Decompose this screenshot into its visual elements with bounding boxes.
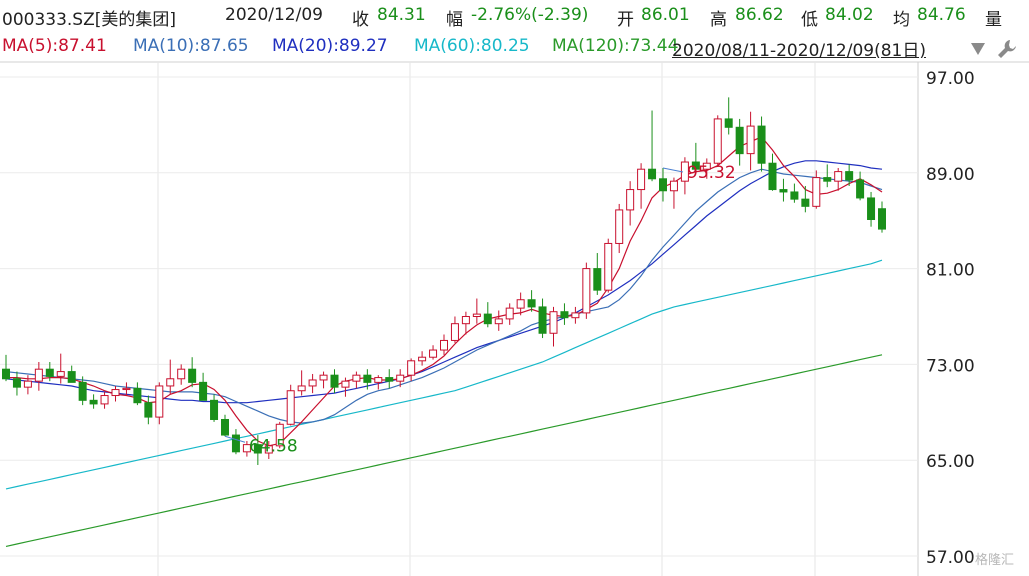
candle-body — [45, 368, 54, 377]
y-tick-label: 81.00 — [926, 261, 975, 281]
y-tick-label: 89.00 — [926, 165, 975, 185]
candle-body — [637, 168, 646, 191]
candle-body — [856, 179, 865, 199]
candle-body — [757, 125, 766, 164]
candle-body — [648, 168, 657, 180]
candle-body — [188, 368, 197, 383]
candle-body — [12, 378, 21, 388]
candle-body — [221, 418, 229, 436]
candle-body — [231, 434, 240, 453]
candle-body — [615, 209, 624, 244]
candle-body — [385, 377, 394, 382]
candle-body — [341, 380, 350, 388]
candle-body — [812, 177, 821, 207]
candle-body — [374, 377, 383, 383]
candle-body — [746, 125, 755, 155]
candle-body — [67, 371, 76, 383]
candle-body — [297, 385, 306, 392]
candle-body — [450, 323, 459, 341]
candlestick-chart: 97.00 89.00 81.00 73.00 65.00 57.00 95.32 64.58… — [0, 61, 1029, 576]
y-tick-label: 97.00 — [926, 69, 975, 89]
candle-body — [133, 387, 142, 404]
candle-body — [713, 118, 722, 164]
candle-body — [593, 268, 602, 291]
high-price-annotation: 95.32 — [687, 163, 736, 183]
y-tick-label: 65.00 — [926, 452, 975, 472]
candle-body — [56, 371, 65, 377]
candle-body — [177, 368, 186, 380]
candle-body — [626, 189, 635, 211]
candle-body — [779, 189, 788, 193]
low-price-annotation: 64.58 — [249, 436, 298, 456]
candle-body — [89, 399, 98, 405]
candle-body — [768, 162, 777, 191]
candle-body — [166, 378, 175, 387]
candle-body — [571, 312, 580, 319]
candle-body — [111, 389, 120, 397]
candle-body — [669, 180, 678, 192]
candle-body — [440, 339, 448, 351]
candle-body — [834, 171, 843, 182]
candle-body — [396, 374, 405, 382]
candle-body — [505, 307, 514, 320]
candle-body — [560, 311, 569, 319]
candle-body — [34, 368, 43, 382]
candle-body — [472, 313, 481, 318]
candle-body — [429, 349, 438, 358]
candle-body — [352, 374, 361, 382]
candle-body — [582, 268, 591, 314]
candle-body — [494, 318, 503, 325]
candle-body — [527, 299, 536, 308]
candle-body — [461, 316, 470, 325]
candle-body — [144, 402, 153, 418]
candle-body — [538, 306, 547, 334]
candle-body — [2, 368, 10, 380]
y-tick-label: 73.00 — [926, 356, 975, 376]
candle-body — [199, 381, 208, 401]
candle-body — [363, 374, 372, 383]
candle-body — [823, 177, 832, 182]
candle-body — [308, 379, 317, 387]
candle-body — [549, 311, 558, 334]
candle-body — [286, 390, 295, 425]
candle-body — [516, 299, 525, 309]
candle-body — [122, 387, 131, 391]
candle-body — [659, 178, 667, 192]
candle-body — [483, 313, 492, 325]
candle-body — [867, 197, 876, 221]
annotation-pointer — [662, 167, 684, 173]
ma20-line — [5, 160, 883, 404]
candle-body — [210, 399, 219, 420]
candle-body — [330, 374, 339, 388]
candle-body — [878, 208, 886, 230]
candle-body — [845, 171, 854, 181]
candle-body — [155, 385, 164, 418]
candle-body — [418, 356, 427, 362]
candle-body — [724, 118, 733, 128]
watermark-logo: 格隆汇 — [975, 552, 1014, 568]
candle-body — [407, 360, 416, 376]
candle-body — [790, 191, 799, 200]
candle-body — [23, 380, 32, 388]
candle-body — [100, 395, 109, 405]
candle-body — [319, 374, 328, 381]
ma60-line — [5, 259, 883, 490]
candle-body — [735, 126, 744, 155]
candle-body — [801, 198, 810, 207]
candle-body — [78, 381, 87, 401]
y-tick-label: 57.00 — [926, 548, 975, 568]
candle-body — [604, 242, 613, 291]
